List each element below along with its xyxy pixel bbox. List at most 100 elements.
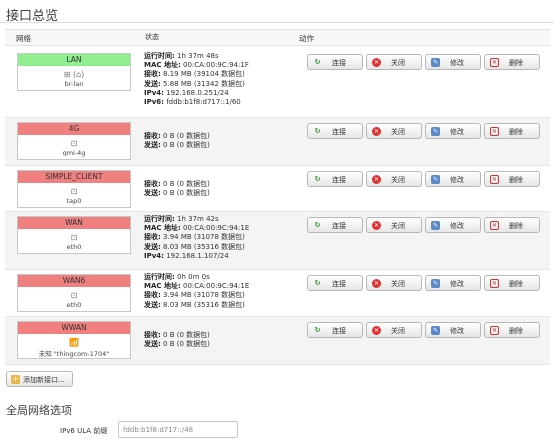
status-value: 5.88 MB (31342 数据包)	[160, 79, 245, 88]
ethernet-port-icon: ⊡	[70, 187, 78, 196]
interface-badge: WAN ⊡ eth0	[17, 216, 131, 254]
connect-button[interactable]: ↻ 连接	[307, 322, 363, 338]
status-value: 8.19 MB (39104 数据包)	[160, 70, 245, 79]
status-key: 发送:	[144, 189, 161, 198]
status-key: MAC 地址:	[144, 282, 181, 291]
refresh-icon: ↻	[314, 326, 321, 334]
connect-label: 连接	[332, 176, 346, 184]
interface-row-4g: 4G ⊡ qmi-4g 接收: 0 B (0 数据包) 发送: 0 B (0 数据包) ↻…	[5, 118, 550, 166]
connect-button[interactable]: ↻ 连接	[307, 217, 363, 233]
interface-device: eth0	[66, 243, 82, 251]
delete-button[interactable]: ✕ 删除	[484, 171, 540, 187]
edit-button[interactable]: ✎ 修改	[425, 171, 481, 187]
status-key: 接收:	[144, 70, 161, 79]
interface-device: eth0	[66, 301, 82, 309]
close-button[interactable]: ✕ 关闭	[366, 217, 422, 233]
edit-button[interactable]: ✎ 修改	[425, 54, 481, 70]
status-value: 00:CA:00:9C:94:1F	[180, 61, 249, 70]
interface-status: 接收: 0 B (0 数据包) 发送: 0 B (0 数据包)	[144, 132, 210, 150]
close-label: 关闭	[391, 59, 405, 67]
status-value: 3.94 MB (31078 数据包)	[160, 291, 245, 300]
stop-icon: ✕	[372, 175, 381, 184]
column-actions: 动作	[299, 34, 314, 43]
edit-icon: ✎	[431, 326, 440, 335]
status-value: 1h 37m 48s	[174, 52, 219, 60]
status-value: 1h 37m 42s	[174, 215, 219, 223]
refresh-icon: ↻	[314, 221, 321, 229]
interface-status: 运行时间: 1h 37m 48s MAC 地址: 00:CA:00:9C:94:1…	[144, 52, 249, 107]
status-key: 运行时间:	[144, 52, 175, 60]
status-key: 接收:	[144, 180, 161, 188]
refresh-icon: ↻	[314, 127, 321, 135]
connect-label: 连接	[332, 327, 346, 335]
add-interface-button[interactable]: + 添加新接口...	[6, 371, 73, 387]
connect-button[interactable]: ↻ 连接	[307, 275, 363, 291]
status-value: 0 B (0 数据包)	[160, 189, 210, 198]
status-key: 发送:	[144, 242, 161, 251]
stop-icon: ✕	[372, 221, 381, 230]
status-value: 8.03 MB (35316 数据包)	[160, 242, 245, 251]
close-button[interactable]: ✕ 关闭	[366, 123, 422, 139]
edit-button[interactable]: ✎ 修改	[425, 217, 481, 233]
interface-name: SIMPLE_CLIENT	[18, 171, 130, 183]
connect-button[interactable]: ↻ 连接	[307, 171, 363, 187]
interface-row-simple_client: SIMPLE_CLIENT ⊡ tap0 接收: 0 B (0 数据包) 发送: 0 B…	[5, 166, 550, 212]
close-label: 关闭	[391, 280, 405, 288]
edit-icon: ✎	[431, 127, 440, 136]
delete-icon: ✕	[490, 326, 499, 335]
bridge-icon: ⊞ (⌂)	[63, 70, 85, 79]
add-icon: +	[11, 375, 20, 384]
edit-label: 修改	[450, 128, 464, 136]
delete-icon: ✕	[490, 127, 499, 136]
ethernet-port-icon: ⊡	[70, 233, 78, 242]
status-value: 0h 0m 0s	[174, 273, 210, 281]
close-button[interactable]: ✕ 关闭	[366, 54, 422, 70]
add-interface-label: 添加新接口...	[23, 376, 65, 384]
status-value: 192.168.1.107/24	[163, 251, 229, 260]
interface-name: WAN6	[18, 275, 130, 287]
interface-name: 4G	[18, 123, 130, 135]
global-options-title: 全局网络选项	[6, 404, 72, 417]
interface-badge: SIMPLE_CLIENT ⊡ tap0	[17, 170, 131, 208]
ula-prefix-input[interactable]	[118, 421, 238, 438]
status-key: IPv4:	[144, 251, 164, 260]
refresh-icon: ↻	[314, 58, 321, 66]
delete-button[interactable]: ✕ 删除	[484, 275, 540, 291]
interface-badge: WAN6 ⊡ eth0	[17, 274, 131, 312]
delete-button[interactable]: ✕ 删除	[484, 54, 540, 70]
status-key: IPv4:	[144, 88, 164, 97]
edit-icon: ✎	[431, 279, 440, 288]
interface-row-wwan: WWAN 📶 未知 "thingcom-1704" 接收: 0 B (0 数据包) 发送…	[5, 317, 550, 365]
status-value: fddb:b1f8:d717::1/60	[163, 98, 241, 107]
connect-label: 连接	[332, 222, 346, 230]
delete-button[interactable]: ✕ 删除	[484, 217, 540, 233]
interface-device: qmi-4g	[62, 149, 86, 157]
connect-button[interactable]: ↻ 连接	[307, 54, 363, 70]
status-key: 接收:	[144, 132, 161, 140]
edit-icon: ✎	[431, 58, 440, 67]
edit-button[interactable]: ✎ 修改	[425, 275, 481, 291]
edit-button[interactable]: ✎ 修改	[425, 322, 481, 338]
title-divider	[0, 22, 554, 23]
status-value: 0 B (0 数据包)	[160, 132, 210, 140]
connect-label: 连接	[332, 128, 346, 136]
interface-row-lan: LAN ⊞ (⌂) br-lan 运行时间: 1h 37m 48s MAC 地址: 00…	[5, 49, 550, 118]
wifi-icon: 📶	[69, 338, 79, 347]
interface-name: WAN	[18, 217, 130, 229]
close-button[interactable]: ✕ 关闭	[366, 171, 422, 187]
delete-label: 删除	[509, 280, 523, 288]
edit-icon: ✎	[431, 175, 440, 184]
close-button[interactable]: ✕ 关闭	[366, 275, 422, 291]
delete-button[interactable]: ✕ 删除	[484, 322, 540, 338]
connect-label: 连接	[332, 59, 346, 67]
stop-icon: ✕	[372, 326, 381, 335]
edit-label: 修改	[450, 327, 464, 335]
edit-button[interactable]: ✎ 修改	[425, 123, 481, 139]
edit-label: 修改	[450, 176, 464, 184]
delete-button[interactable]: ✕ 删除	[484, 123, 540, 139]
close-button[interactable]: ✕ 关闭	[366, 322, 422, 338]
connect-button[interactable]: ↻ 连接	[307, 123, 363, 139]
status-key: 运行时间:	[144, 273, 175, 281]
edit-label: 修改	[450, 280, 464, 288]
delete-icon: ✕	[490, 175, 499, 184]
